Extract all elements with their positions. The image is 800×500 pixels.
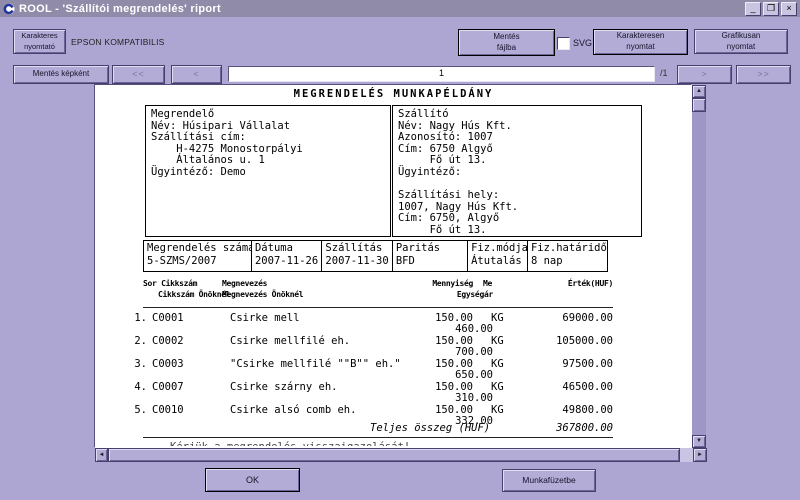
item-code: C0001 bbox=[152, 312, 184, 324]
col-header-egysegar: Egységár bbox=[413, 290, 493, 299]
save-to-file-button[interactable]: Mentés fájlba bbox=[458, 29, 555, 56]
scroll-left-icon[interactable]: ◄ bbox=[95, 448, 108, 462]
item-unit-price: 460.00 bbox=[413, 323, 493, 335]
document-page: MEGRENDELÉS MUNKAPÉLDÁNY Megrendelő Név:… bbox=[95, 85, 692, 448]
character-print-button[interactable]: Karakteresen nyomtat bbox=[593, 29, 688, 55]
info-cell: Dátuma 2007-11-26 bbox=[252, 241, 322, 271]
horizontal-scroll-thumb[interactable] bbox=[108, 448, 680, 462]
order-info-table: Megrendelés száma 5-SZMS/2007 Dátuma 200… bbox=[143, 240, 608, 272]
col-header-mennyiseg: Mennyiség bbox=[425, 279, 473, 288]
item-number: 4. bbox=[133, 381, 147, 393]
prev-page-button[interactable]: < bbox=[171, 65, 222, 84]
close-button[interactable]: × bbox=[781, 2, 797, 16]
scroll-down-icon[interactable]: ▼ bbox=[692, 435, 706, 448]
item-code: C0010 bbox=[152, 404, 184, 416]
vertical-scroll-thumb[interactable] bbox=[692, 98, 706, 112]
minimize-button[interactable]: _ bbox=[745, 2, 761, 16]
item-unit-price: 650.00 bbox=[413, 369, 493, 381]
info-header: Fiz.módja bbox=[471, 242, 527, 255]
info-header: Dátuma bbox=[255, 242, 321, 255]
item-value: 49800.00 bbox=[523, 404, 613, 416]
page-total-label: /1 bbox=[660, 68, 668, 78]
item-name: Csirke szárny eh. bbox=[230, 381, 337, 393]
last-page-button[interactable]: >> bbox=[736, 65, 791, 84]
info-value: 8 nap bbox=[531, 255, 607, 268]
svg-checkbox[interactable] bbox=[557, 37, 570, 50]
info-cell: Megrendelés száma 5-SZMS/2007 bbox=[144, 241, 252, 271]
info-value: 5-SZMS/2007 bbox=[147, 255, 251, 268]
printer-name-label: EPSON KOMPATIBILIS bbox=[71, 37, 165, 47]
info-header: Szállítás bbox=[325, 242, 391, 255]
item-value: 105000.00 bbox=[523, 335, 613, 347]
header-divider bbox=[143, 307, 613, 308]
scroll-right-icon[interactable]: ► bbox=[693, 448, 707, 462]
report-preview: MEGRENDELÉS MUNKAPÉLDÁNY Megrendelő Név:… bbox=[95, 85, 707, 462]
item-name: Csirke mellfilé eh. bbox=[230, 335, 350, 347]
item-number: 5. bbox=[133, 404, 147, 416]
svg-checkbox-label: SVG bbox=[573, 38, 592, 48]
col-header-megnevezes-onoknel: Megnevezés Önöknél bbox=[222, 290, 303, 299]
col-header-megnevezes: Megnevezés bbox=[222, 279, 267, 288]
next-page-button[interactable]: > bbox=[677, 65, 732, 84]
app-logo-icon bbox=[3, 3, 15, 15]
ok-button[interactable]: OK bbox=[205, 468, 300, 492]
col-header-ertek: Érték(HUF) bbox=[523, 279, 613, 288]
supplier-box: Szállító Név: Nagy Hús Kft. Azonosító: 1… bbox=[392, 105, 642, 237]
table-row: 3. C0003 "Csirke mellfilé ""B"" eh." 150… bbox=[95, 358, 692, 381]
scroll-up-icon[interactable]: ▲ bbox=[692, 85, 706, 98]
footer-divider bbox=[143, 437, 613, 438]
info-value: BFD bbox=[396, 255, 467, 268]
info-cell: Fiz.határidő 8 nap bbox=[528, 241, 607, 271]
col-header-me: Me bbox=[483, 279, 492, 288]
info-cell: Szállítás 2007-11-30 bbox=[322, 241, 392, 271]
item-value: 69000.00 bbox=[523, 312, 613, 324]
maximize-button[interactable]: ❐ bbox=[763, 2, 779, 16]
info-value: 2007-11-30 bbox=[325, 255, 391, 268]
orderer-box: Megrendelő Név: Húsipari Vállalat Szállí… bbox=[145, 105, 391, 237]
col-header-cikkszam-onoknel: Cikkszám Önöknél bbox=[158, 290, 230, 299]
document-title: MEGRENDELÉS MUNKAPÉLDÁNY bbox=[95, 88, 692, 100]
item-name: "Csirke mellfilé ""B"" eh." bbox=[230, 358, 401, 370]
window-title: ROOL - 'Szállítói megrendelés' riport bbox=[19, 3, 221, 15]
item-value: 46500.00 bbox=[523, 381, 613, 393]
info-header: Megrendelés száma bbox=[147, 242, 251, 255]
page-number-field[interactable]: 1 bbox=[228, 66, 655, 82]
item-unit-price: 700.00 bbox=[413, 346, 493, 358]
item-code: C0003 bbox=[152, 358, 184, 370]
table-row: 1. C0001 Csirke mell 150.00 KG 69000.00 … bbox=[95, 312, 692, 335]
table-row: 4. C0007 Csirke szárny eh. 150.00 KG 465… bbox=[95, 381, 692, 404]
info-header: Fiz.határidő bbox=[531, 242, 607, 255]
item-name: Csirke alsó comb eh. bbox=[230, 404, 356, 416]
clipped-footer-line: Kérjük a megrendelés visszaigazolását! bbox=[170, 441, 500, 446]
item-number: 2. bbox=[133, 335, 147, 347]
horizontal-scrollbar[interactable]: ◄ ► bbox=[95, 448, 707, 462]
item-number: 3. bbox=[133, 358, 147, 370]
info-cell: Fiz.módja Átutalás bbox=[468, 241, 528, 271]
first-page-button[interactable]: << bbox=[112, 65, 165, 84]
graphic-print-button[interactable]: Grafikusan nyomtat bbox=[694, 29, 788, 54]
info-header: Paritás bbox=[396, 242, 467, 255]
col-header-sor-cikkszam: Sor Cikkszám bbox=[143, 279, 197, 288]
item-code: C0002 bbox=[152, 335, 184, 347]
vertical-scrollbar[interactable]: ▲ ▼ bbox=[692, 85, 706, 448]
total-label: Teljes összeg (HUF) bbox=[370, 422, 490, 434]
item-value: 97500.00 bbox=[523, 358, 613, 370]
item-code: C0007 bbox=[152, 381, 184, 393]
item-name: Csirke mell bbox=[230, 312, 300, 324]
item-number: 1. bbox=[133, 312, 147, 324]
item-unit-price: 310.00 bbox=[413, 392, 493, 404]
workbook-button[interactable]: Munkafüzetbe bbox=[502, 469, 596, 492]
info-value: 2007-11-26 bbox=[255, 255, 321, 268]
info-cell: Paritás BFD bbox=[393, 241, 468, 271]
table-row: 2. C0002 Csirke mellfilé eh. 150.00 KG 1… bbox=[95, 335, 692, 358]
total-value: 367800.00 bbox=[523, 422, 613, 434]
character-printer-button[interactable]: Karakteres nyomtató bbox=[13, 29, 66, 54]
title-bar: ROOL - 'Szállítói megrendelés' riport _ … bbox=[0, 0, 800, 17]
info-value: Átutalás bbox=[471, 255, 527, 268]
save-as-image-button[interactable]: Mentés képként bbox=[13, 65, 109, 84]
